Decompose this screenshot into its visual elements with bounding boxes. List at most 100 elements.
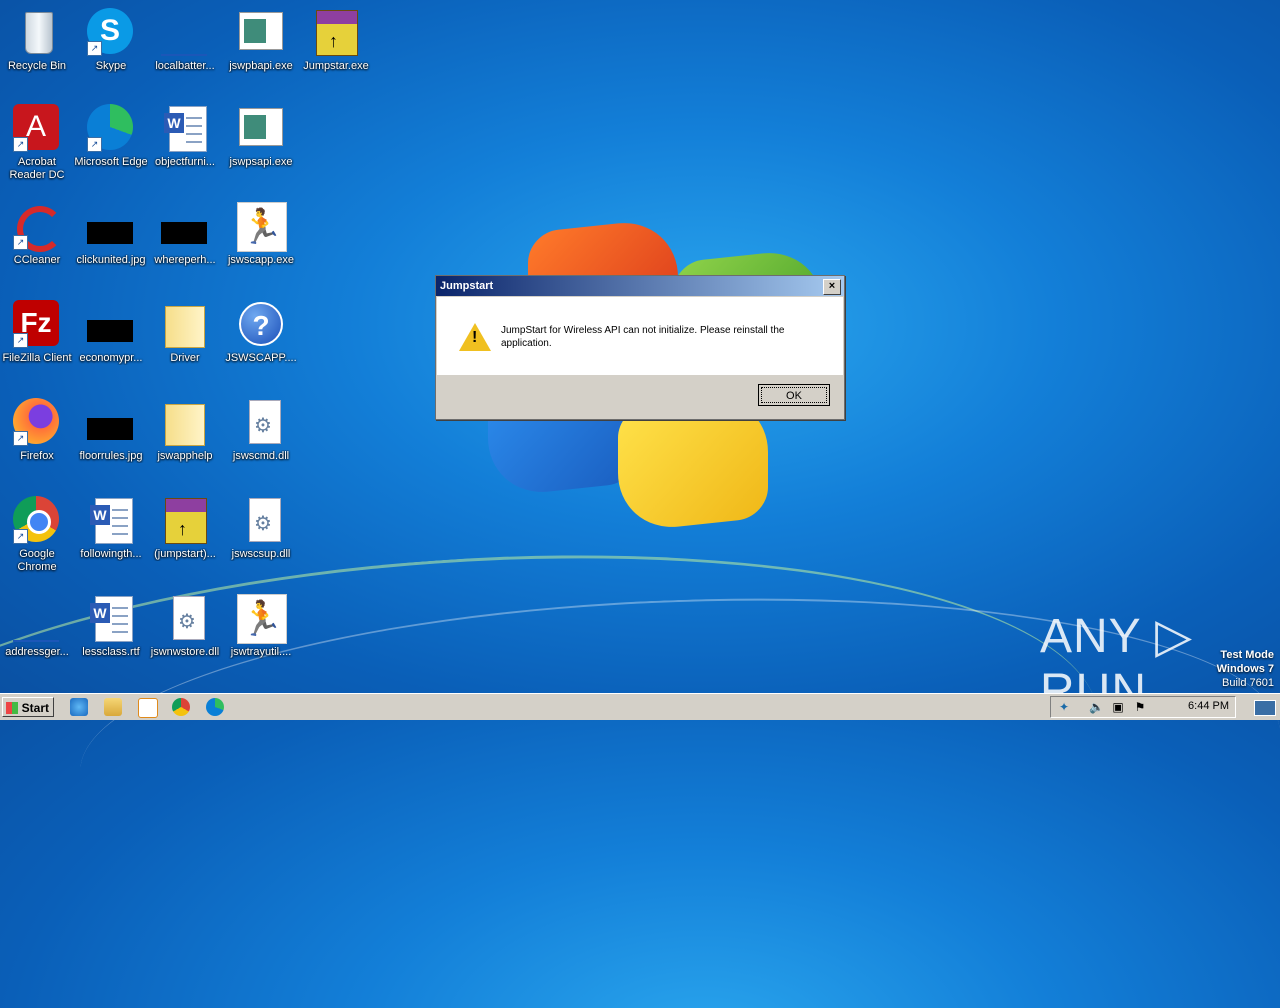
edge-icon: ↗ xyxy=(87,104,135,152)
desktop-icon-label: followingth... xyxy=(80,548,142,560)
ok-button[interactable]: OK xyxy=(758,384,830,406)
desktop-icon-label: Firefox xyxy=(20,450,54,462)
jumpstart-error-dialog: Jumpstart × ! JumpStart for Wireless API… xyxy=(435,275,845,420)
network-icon[interactable]: ▣ xyxy=(1111,700,1125,714)
action-center-flag-icon[interactable]: ⚑ xyxy=(1133,700,1147,714)
start-button[interactable]: Start xyxy=(2,697,54,717)
volume-icon[interactable]: 🔈 xyxy=(1089,700,1104,714)
start-label: Start xyxy=(21,701,49,715)
desktop-icon-floorrules[interactable]: floorrules.jpg xyxy=(74,398,148,463)
clock[interactable]: 6:44 PM xyxy=(1188,700,1229,712)
desktop-icon-acrobat[interactable]: A ↗ Acrobat Reader DC xyxy=(0,104,74,182)
desktop-icon-driver-folder[interactable]: Driver xyxy=(148,300,222,365)
desktop-icon-jumpstar-exe[interactable]: ↑ Jumpstar.exe xyxy=(299,8,373,73)
media-player-icon[interactable] xyxy=(138,698,158,718)
internet-explorer-icon[interactable] xyxy=(70,698,88,716)
jumpstart-runner-icon: 🏃 xyxy=(237,202,287,252)
desktop-icon-jswtrayutil[interactable]: 🏃 jswtrayutil.... xyxy=(224,594,298,659)
desktop-icon-economypr[interactable]: economypr... xyxy=(74,300,148,365)
chrome-icon: ↗ xyxy=(13,496,61,544)
desktop-icon-label: FileZilla Client xyxy=(2,352,72,364)
chrome-taskbar-icon[interactable] xyxy=(172,698,190,716)
desktop-icon-label: Driver xyxy=(170,352,200,364)
jumpstart-tray-icon[interactable]: ✦ xyxy=(1057,700,1071,714)
desktop-icon-label: JSWSCAPP.... xyxy=(225,352,297,364)
desktop-icon-label: Microsoft Edge xyxy=(74,156,148,168)
acrobat-icon: A ↗ xyxy=(13,104,61,152)
desktop-icon-label: economypr... xyxy=(79,352,143,364)
desktop-icon-ccleaner[interactable]: ↗ CCleaner xyxy=(0,202,74,267)
word-document-icon: W xyxy=(161,104,209,152)
desktop-icon-jswpbapi[interactable]: jswpbapi.exe xyxy=(224,8,298,73)
system-tray: ✦ 🔈 ▣ ⚑ 6:44 PM xyxy=(1050,696,1236,718)
desktop-icon-label: jswtrayutil.... xyxy=(230,646,292,658)
desktop-icon-label: addressger... xyxy=(5,646,69,658)
word-document-icon: W xyxy=(87,594,135,642)
desktop-icon-label: CCleaner xyxy=(13,254,61,266)
file-explorer-icon[interactable] xyxy=(104,698,122,716)
desktop-icon-label: Jumpstar.exe xyxy=(303,60,369,72)
desktop-icon-filezilla[interactable]: Fz ↗ FileZilla Client xyxy=(0,300,74,365)
desktop-icon-label: floorrules.jpg xyxy=(79,450,143,462)
image-thumbnail-icon xyxy=(87,398,135,446)
image-thumbnail-icon xyxy=(161,202,209,250)
word-document-icon: W xyxy=(87,496,135,544)
image-thumbnail-icon xyxy=(87,300,135,348)
desktop-icon-jswnwstore[interactable]: ⚙ jswnwstore.dll xyxy=(148,594,222,659)
dll-file-icon: ⚙ xyxy=(237,496,285,544)
desktop-icon-followingth[interactable]: W followingth... xyxy=(74,496,148,561)
desktop-icon-label: Recycle Bin xyxy=(7,60,67,72)
folder-icon xyxy=(161,300,209,348)
desktop-icon-jswscapp-help[interactable]: ? JSWSCAPP.... xyxy=(224,300,298,365)
desktop-icon-jswscsup[interactable]: ⚙ jswscsup.dll xyxy=(224,496,298,561)
dll-file-icon: ⚙ xyxy=(237,398,285,446)
filezilla-icon: Fz ↗ xyxy=(13,300,61,348)
desktop-icon-label: localbatter... xyxy=(155,60,215,72)
desktop-icon-skype[interactable]: S ↗ Skype xyxy=(74,8,148,73)
desktop-icon-addressger[interactable]: addressger... xyxy=(0,594,74,659)
taskbar: Start ✦ 🔈 ▣ ⚑ 6:44 PM xyxy=(0,693,1280,720)
desktop-icon-jswscmd[interactable]: ⚙ jswscmd.dll xyxy=(224,398,298,463)
jumpstart-runner-icon: 🏃 xyxy=(237,594,287,644)
desktop-icon-jswscapp[interactable]: 🏃 jswscapp.exe xyxy=(224,202,298,267)
winrar-archive-icon: ↑ xyxy=(161,496,209,544)
recycle-bin-icon xyxy=(13,8,61,56)
test-mode-notice: Test Mode Windows 7 Build 7601 xyxy=(1217,648,1274,690)
show-desktop-button[interactable] xyxy=(1254,700,1276,716)
desktop-icon-label: jswapphelp xyxy=(157,450,213,462)
desktop-icon-clickunited[interactable]: clickunited.jpg xyxy=(74,202,148,267)
desktop-icon-jswapphelp-folder[interactable]: jswapphelp xyxy=(148,398,222,463)
exe-window-icon xyxy=(237,104,285,152)
desktop-icon-label: jswscmd.dll xyxy=(232,450,290,462)
desktop-icon-label: lessclass.rtf xyxy=(82,646,140,658)
build-line: Build 7601 xyxy=(1222,677,1274,689)
dialog-body: ! JumpStart for Wireless API can not ini… xyxy=(437,297,843,375)
file-thumbnail-icon xyxy=(161,8,209,56)
dll-file-icon: ⚙ xyxy=(161,594,209,642)
desktop-icon-localbatter[interactable]: localbatter... xyxy=(148,8,222,73)
desktop-icon-label: Google Chrome xyxy=(17,548,57,573)
desktop-icon-whereperh[interactable]: whereperh... xyxy=(148,202,222,267)
dialog-titlebar[interactable]: Jumpstart × xyxy=(436,276,844,296)
desktop-icon-jswpsapi[interactable]: jswpsapi.exe xyxy=(224,104,298,169)
warning-icon: ! xyxy=(459,323,491,351)
dialog-message: JumpStart for Wireless API can not initi… xyxy=(501,325,785,349)
test-mode-line: Test Mode xyxy=(1220,649,1274,661)
desktop-icon-lessclass[interactable]: W lessclass.rtf xyxy=(74,594,148,659)
desktop-icon-objectfurni[interactable]: W objectfurni... xyxy=(148,104,222,169)
exe-window-icon xyxy=(237,8,285,56)
desktop-icon-label: clickunited.jpg xyxy=(76,254,146,266)
desktop-icon-firefox[interactable]: ↗ Firefox xyxy=(0,398,74,463)
desktop-icon-edge[interactable]: ↗ Microsoft Edge xyxy=(74,104,148,169)
desktop-icon-chrome[interactable]: ↗ Google Chrome xyxy=(0,496,74,574)
close-button[interactable]: × xyxy=(823,279,841,295)
desktop-icon-label: jswscsup.dll xyxy=(231,548,291,560)
desktop-icon-label: jswnwstore.dll xyxy=(150,646,220,658)
desktop-icon-jumpstart-archive[interactable]: ↑ (jumpstart)... xyxy=(148,496,222,561)
ccleaner-icon: ↗ xyxy=(13,202,63,252)
desktop-icon-label: Acrobat Reader DC xyxy=(9,156,65,181)
desktop-icon-label: objectfurni... xyxy=(155,156,215,168)
edge-taskbar-icon[interactable] xyxy=(206,698,224,716)
desktop-icon-recycle-bin[interactable]: Recycle Bin xyxy=(0,8,74,73)
winrar-archive-icon: ↑ xyxy=(312,8,360,56)
